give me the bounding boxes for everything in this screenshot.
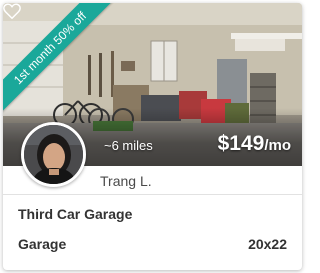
- host-avatar-image: [24, 125, 83, 184]
- heart-icon[interactable]: [3, 3, 21, 19]
- listing-title[interactable]: Third Car Garage: [18, 206, 132, 222]
- divider: [3, 194, 302, 195]
- host-name: Trang L.: [100, 173, 152, 189]
- listing-card[interactable]: 1st month 50% off ~6 miles $149/mo Trang…: [3, 3, 302, 270]
- price-unit: /mo: [264, 137, 291, 154]
- host-avatar[interactable]: [21, 122, 86, 187]
- price: $149/mo: [218, 132, 291, 156]
- listing-type: Garage: [18, 236, 67, 252]
- distance-label: ~6 miles: [104, 138, 153, 153]
- listing-size: 20x22: [248, 236, 287, 252]
- price-amount: $149: [217, 132, 265, 155]
